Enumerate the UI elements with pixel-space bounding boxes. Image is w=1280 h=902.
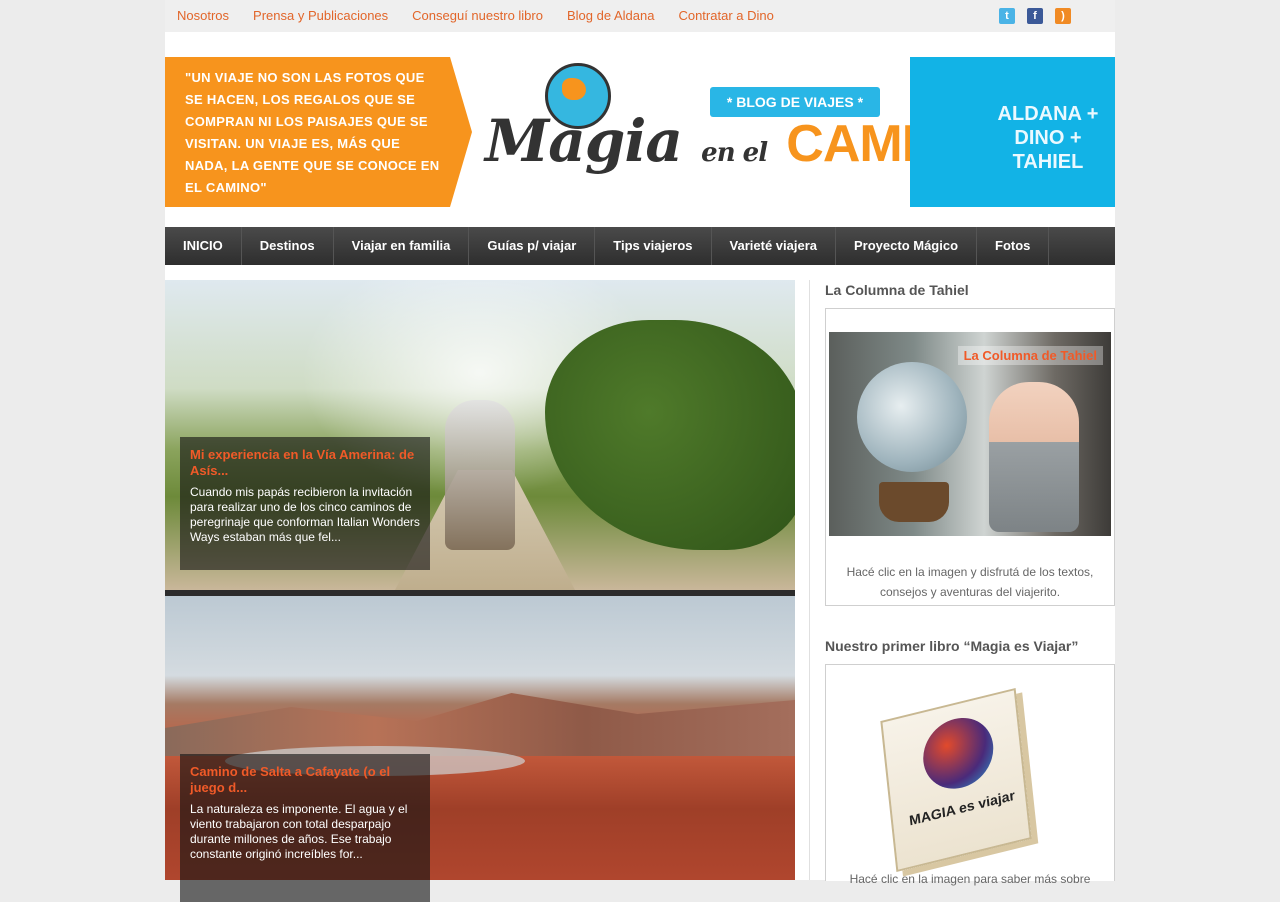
- banner-quote-panel: "UN VIAJE NO SON LAS FOTOS QUE SE HACEN,…: [165, 57, 450, 207]
- post-title[interactable]: Mi experiencia en la Vía Amerina: de Así…: [190, 447, 420, 479]
- post-title[interactable]: Camino de Salta a Cafayate (o el juego d…: [190, 764, 420, 796]
- widget-columna-tahiel: La Columna de Tahiel Hacé clic en la ima…: [825, 308, 1115, 606]
- twitter-icon[interactable]: t: [999, 8, 1015, 24]
- book-title: MAGIA es viajar: [908, 786, 1016, 829]
- logo-enel: en el: [701, 138, 768, 168]
- banner-arrow: [450, 57, 472, 207]
- column-divider: [809, 280, 810, 880]
- featured-post-caption-1[interactable]: Mi experiencia en la Vía Amerina: de Así…: [180, 437, 430, 570]
- top-links: Nosotros Prensa y Publicaciones Conseguí…: [177, 8, 774, 23]
- widget-libro: MAGIA es viajar Hacé clic en la imagen p…: [825, 664, 1115, 886]
- columna-tahiel-image[interactable]: La Columna de Tahiel: [829, 332, 1111, 536]
- facebook-icon[interactable]: f: [1027, 8, 1043, 24]
- columna-image-label: La Columna de Tahiel: [957, 346, 1103, 365]
- banner-family-text: ALDANA + DINO + TAHIEL: [997, 103, 1099, 173]
- nav-item-destinos[interactable]: Destinos: [242, 227, 334, 265]
- nav-item-guias[interactable]: Guías p/ viajar: [469, 227, 596, 265]
- nav-item-viajar-familia[interactable]: Viajar en familia: [334, 227, 470, 265]
- toplink-nosotros[interactable]: Nosotros: [177, 8, 229, 23]
- widget-title-columna: La Columna de Tahiel: [825, 282, 969, 298]
- toplink-prensa[interactable]: Prensa y Publicaciones: [253, 8, 388, 23]
- globe-stand: [879, 482, 949, 522]
- club-icon: [919, 710, 997, 797]
- top-bar: Nosotros Prensa y Publicaciones Conseguí…: [165, 0, 1115, 32]
- toplink-libro[interactable]: Conseguí nuestro libro: [412, 8, 543, 23]
- post-excerpt: La naturaleza es imponente. El agua y el…: [190, 802, 408, 861]
- widget-title-libro: Nuestro primer libro “Magia es Viajar”: [825, 638, 1079, 654]
- baby-photo: [989, 382, 1079, 532]
- post-excerpt: Cuando mis papás recibieron la invitació…: [190, 485, 420, 544]
- columna-description: Hacé clic en la imagen y disfrutá de los…: [846, 565, 1094, 599]
- globe-photo: [857, 362, 967, 472]
- header-banner[interactable]: "UN VIAJE NO SON LAS FOTOS QUE SE HACEN,…: [165, 57, 1115, 207]
- logo-magia: Magia: [485, 107, 683, 175]
- nav-item-variete[interactable]: Varieté viajera: [712, 227, 836, 265]
- nav-item-fotos[interactable]: Fotos: [977, 227, 1050, 265]
- image-ridge: [165, 693, 795, 756]
- toplink-contratar[interactable]: Contratar a Dino: [678, 8, 773, 23]
- nav-item-tips[interactable]: Tips viajeros: [595, 227, 712, 265]
- nav-item-inicio[interactable]: INICIO: [165, 227, 242, 265]
- nav-item-proyecto[interactable]: Proyecto Mágico: [836, 227, 978, 265]
- rss-icon[interactable]: ): [1055, 8, 1071, 24]
- toplink-blog-aldana[interactable]: Blog de Aldana: [567, 8, 654, 23]
- main-nav: INICIO Destinos Viajar en familia Guías …: [165, 227, 1115, 265]
- libro-description: Hacé clic en la imagen para saber más so…: [849, 872, 1091, 886]
- image-hikers: [445, 400, 515, 550]
- page: Nosotros Prensa y Publicaciones Conseguí…: [165, 0, 1115, 902]
- book-image[interactable]: MAGIA es viajar: [878, 687, 1048, 873]
- banner-quote: "UN VIAJE NO SON LAS FOTOS QUE SE HACEN,…: [185, 70, 440, 195]
- blog-tag: * BLOG DE VIAJES *: [710, 87, 880, 117]
- image-vegetation: [545, 320, 795, 550]
- book-cover: MAGIA es viajar: [880, 687, 1032, 873]
- social-icons: t f ): [999, 8, 1071, 24]
